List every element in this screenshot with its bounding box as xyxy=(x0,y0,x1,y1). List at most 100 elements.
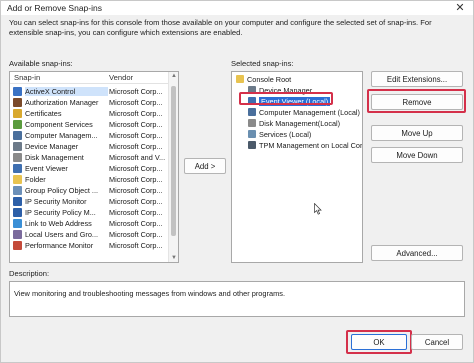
security-icon xyxy=(13,197,22,206)
scrollbar-thumb[interactable] xyxy=(171,86,176,236)
tree-node[interactable]: Console Root xyxy=(232,74,362,85)
description-box: View monitoring and troubleshooting mess… xyxy=(9,281,465,317)
tree-node[interactable]: Computer Management (Local) xyxy=(232,107,362,118)
edit-extensions-button[interactable]: Edit Extensions... xyxy=(371,71,463,87)
snapin-name: ActiveX Control xyxy=(25,87,108,96)
available-snapins-label: Available snap-ins: xyxy=(9,59,73,68)
list-item[interactable]: IP Security Policy M... Microsoft Corp... xyxy=(10,207,168,218)
list-item[interactable]: Link to Web Address Microsoft Corp... xyxy=(10,218,168,229)
list-item[interactable]: Event Viewer Microsoft Corp... xyxy=(10,163,168,174)
policy-icon xyxy=(13,186,22,195)
list-item[interactable]: Performance Monitor Microsoft Corp... xyxy=(10,240,168,251)
move-up-button[interactable]: Move Up xyxy=(371,125,463,141)
snapin-name: Folder xyxy=(25,175,46,184)
snapin-vendor: Microsoft Corp... xyxy=(109,219,163,228)
scroll-down-arrow-icon[interactable]: ▼ xyxy=(169,255,178,261)
snapin-vendor: Microsoft Corp... xyxy=(109,186,163,195)
authorization-icon xyxy=(13,98,22,107)
list-item[interactable]: IP Security Monitor Microsoft Corp... xyxy=(10,196,168,207)
list-item[interactable]: ActiveX Control Microsoft Corp... xyxy=(10,86,168,97)
list-item[interactable]: Component Services Microsoft Corp... xyxy=(10,119,168,130)
column-header-vendor[interactable]: Vendor xyxy=(109,73,133,82)
snapin-vendor: Microsoft Corp... xyxy=(109,120,163,129)
snapin-vendor: Microsoft Corp... xyxy=(109,87,163,96)
disk-icon xyxy=(248,119,256,127)
snapin-name: IP Security Monitor xyxy=(25,197,87,206)
snapin-name: Event Viewer xyxy=(25,164,68,173)
users-icon xyxy=(13,230,22,239)
tree-node-label: Services (Local) xyxy=(259,130,312,139)
device-icon xyxy=(13,142,22,151)
security-icon xyxy=(13,208,22,217)
snapin-name: Device Manager xyxy=(25,142,79,151)
snapin-name: Local Users and Gro... xyxy=(25,230,99,239)
advanced-button[interactable]: Advanced... xyxy=(371,245,463,261)
snapin-vendor: Microsoft Corp... xyxy=(109,98,163,107)
list-header: Snap-in Vendor xyxy=(10,72,168,84)
snapin-vendor: Microsoft Corp... xyxy=(109,142,163,151)
snapin-name: Certificates xyxy=(25,109,62,118)
list-item[interactable]: Certificates Microsoft Corp... xyxy=(10,108,168,119)
snapin-name: Group Policy Object ... xyxy=(25,186,98,195)
tree-node-label: TPM Management on Local Cor xyxy=(259,141,363,150)
list-item[interactable]: Local Users and Gro... Microsoft Corp... xyxy=(10,229,168,240)
close-icon[interactable]: ✕ xyxy=(453,1,467,15)
move-down-button[interactable]: Move Down xyxy=(371,147,463,163)
snapin-name: Link to Web Address xyxy=(25,219,92,228)
activex-icon xyxy=(13,87,22,96)
vertical-scrollbar[interactable]: ▲ ▼ xyxy=(168,72,178,262)
services-icon xyxy=(248,130,256,138)
snapin-tree: Console Root Device Manager Event Viewer (… xyxy=(232,74,362,151)
snapin-name: Disk Management xyxy=(25,153,84,162)
component-icon xyxy=(13,120,22,129)
snapin-vendor: Microsoft Corp... xyxy=(109,197,163,206)
tree-node-label: Computer Management (Local) xyxy=(259,108,360,117)
snapin-vendor: Microsoft Corp... xyxy=(109,208,163,217)
list-item[interactable]: Folder Microsoft Corp... xyxy=(10,174,168,185)
folder-icon xyxy=(236,75,244,83)
snapin-name: IP Security Policy M... xyxy=(25,208,96,217)
add-remove-snapins-dialog: Add or Remove Snap-ins ✕ You can select … xyxy=(0,0,474,363)
add-button[interactable]: Add > xyxy=(184,158,226,174)
available-snapins-list[interactable]: Snap-in Vendor ActiveX Control Microsoft … xyxy=(9,71,179,263)
title-bar: Add or Remove Snap-ins ✕ xyxy=(1,1,473,15)
scroll-up-arrow-icon[interactable]: ▲ xyxy=(169,73,178,79)
snapin-name: Authorization Manager xyxy=(25,98,99,107)
column-header-snapin[interactable]: Snap-in xyxy=(14,73,40,82)
available-rows: ActiveX Control Microsoft Corp... Authoriz… xyxy=(10,86,168,251)
selected-snapins-label: Selected snap-ins: xyxy=(231,59,294,68)
cancel-button[interactable]: Cancel xyxy=(411,334,463,350)
list-item[interactable]: Computer Managem... Microsoft Corp... xyxy=(10,130,168,141)
snapin-vendor: Microsoft Corp... xyxy=(109,175,163,184)
list-item[interactable]: Authorization Manager Microsoft Corp... xyxy=(10,97,168,108)
tpm-icon xyxy=(248,141,256,149)
snapin-name: Performance Monitor xyxy=(25,241,94,250)
tree-node[interactable]: Services (Local) xyxy=(232,129,362,140)
snapin-vendor: Microsoft Corp... xyxy=(109,164,163,173)
window-title: Add or Remove Snap-ins xyxy=(7,3,102,13)
snapin-vendor: Microsoft Corp... xyxy=(109,131,163,140)
description-text: View monitoring and troubleshooting mess… xyxy=(14,289,285,298)
snapin-vendor: Microsoft Corp... xyxy=(109,109,163,118)
tree-node[interactable]: TPM Management on Local Cor xyxy=(232,140,362,151)
performance-icon xyxy=(13,241,22,250)
snapin-vendor: Microsoft and V... xyxy=(109,153,166,162)
list-item[interactable]: Disk Management Microsoft and V... xyxy=(10,152,168,163)
description-label: Description: xyxy=(9,269,50,278)
event-viewer-icon xyxy=(13,164,22,173)
folder-icon xyxy=(13,175,22,184)
snapin-vendor: Microsoft Corp... xyxy=(109,230,163,239)
list-item[interactable]: Group Policy Object ... Microsoft Corp... xyxy=(10,185,168,196)
mouse-cursor-icon xyxy=(314,203,322,215)
ok-highlight xyxy=(346,330,412,354)
intro-text: You can select snap-ins for this console… xyxy=(9,18,432,37)
remove-highlight xyxy=(367,89,466,113)
tree-node[interactable]: Disk Management(Local) xyxy=(232,118,362,129)
computer-icon xyxy=(13,131,22,140)
snapin-name: Component Services xyxy=(25,120,93,129)
snapin-name: Computer Managem... xyxy=(25,131,98,140)
computer-icon xyxy=(248,108,256,116)
list-item[interactable]: Device Manager Microsoft Corp... xyxy=(10,141,168,152)
tree-node-label: Console Root xyxy=(247,75,292,84)
certificate-icon xyxy=(13,109,22,118)
